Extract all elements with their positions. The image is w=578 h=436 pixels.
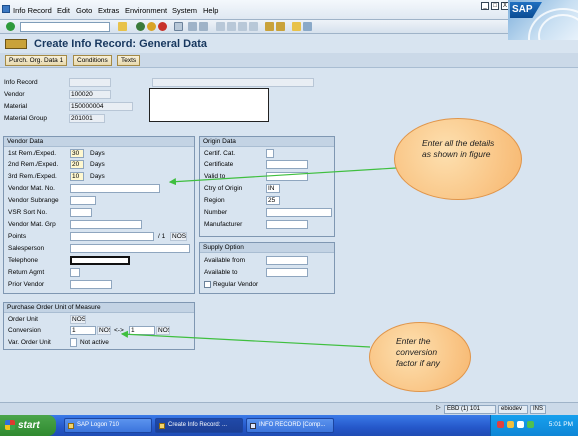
- task-create-info-record-label: Create Info Record: ...: [168, 422, 228, 428]
- status-play-icon[interactable]: ▷: [434, 405, 442, 414]
- task-create-info-record[interactable]: Create Info Record: ...: [155, 418, 243, 433]
- task-sap-logon-label: SAP Logon 710: [77, 422, 119, 428]
- tray-network-icon[interactable]: [507, 421, 514, 428]
- task-info-record-doc[interactable]: INFO RECORD [Comp...: [246, 418, 334, 433]
- conversion-arrow-line: [120, 330, 371, 348]
- tray-security-icon[interactable]: [497, 421, 504, 428]
- clock: 5:01 PM: [548, 421, 573, 428]
- windows-taskbar: start SAP Logon 710 Create Info Record: …: [0, 415, 578, 436]
- status-bar: ▷ EBD (1) 101 ebiodev INS: [0, 402, 578, 415]
- start-label: start: [18, 420, 40, 431]
- start-button[interactable]: start: [0, 415, 56, 436]
- details-arrow: [168, 167, 397, 186]
- conversion-callout-text: Enter the conversion factor if any: [396, 336, 440, 368]
- callout-arrows: [120, 167, 397, 348]
- status-user: ebiodev: [498, 405, 528, 414]
- details-callout-text: Enter all the details as shown in figure: [422, 138, 495, 159]
- windows-logo-icon: [5, 420, 15, 430]
- tray-app-icon[interactable]: [527, 421, 534, 428]
- status-system: EBD (1) 101: [444, 405, 496, 414]
- system-tray: 5:01 PM: [490, 415, 578, 436]
- task-info-record-doc-label: INFO RECORD [Comp...: [259, 422, 326, 428]
- sap-window-icon: [159, 423, 165, 429]
- sap-logon-icon: [68, 423, 74, 429]
- status-mode: INS: [530, 405, 546, 414]
- document-icon: [250, 423, 256, 429]
- tray-volume-icon[interactable]: [517, 421, 524, 428]
- task-sap-logon[interactable]: SAP Logon 710: [64, 418, 152, 433]
